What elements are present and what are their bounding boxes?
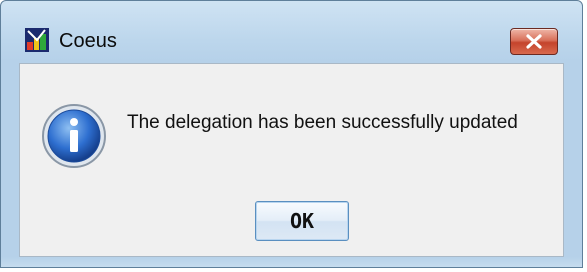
window-bottom-border (1, 257, 582, 267)
dialog-content: The delegation has been successfully upd… (19, 63, 564, 257)
info-icon (40, 102, 108, 170)
close-button[interactable] (510, 28, 558, 55)
title-bar[interactable]: Coeus (1, 1, 582, 61)
dialog-window: Coeus The delegation has been successful… (0, 0, 583, 268)
window-title: Coeus (59, 30, 117, 52)
dialog-message: The delegation has been successfully upd… (127, 112, 518, 133)
close-icon (526, 34, 542, 49)
coeus-app-icon (25, 28, 49, 52)
ok-button[interactable]: OK (255, 201, 349, 241)
